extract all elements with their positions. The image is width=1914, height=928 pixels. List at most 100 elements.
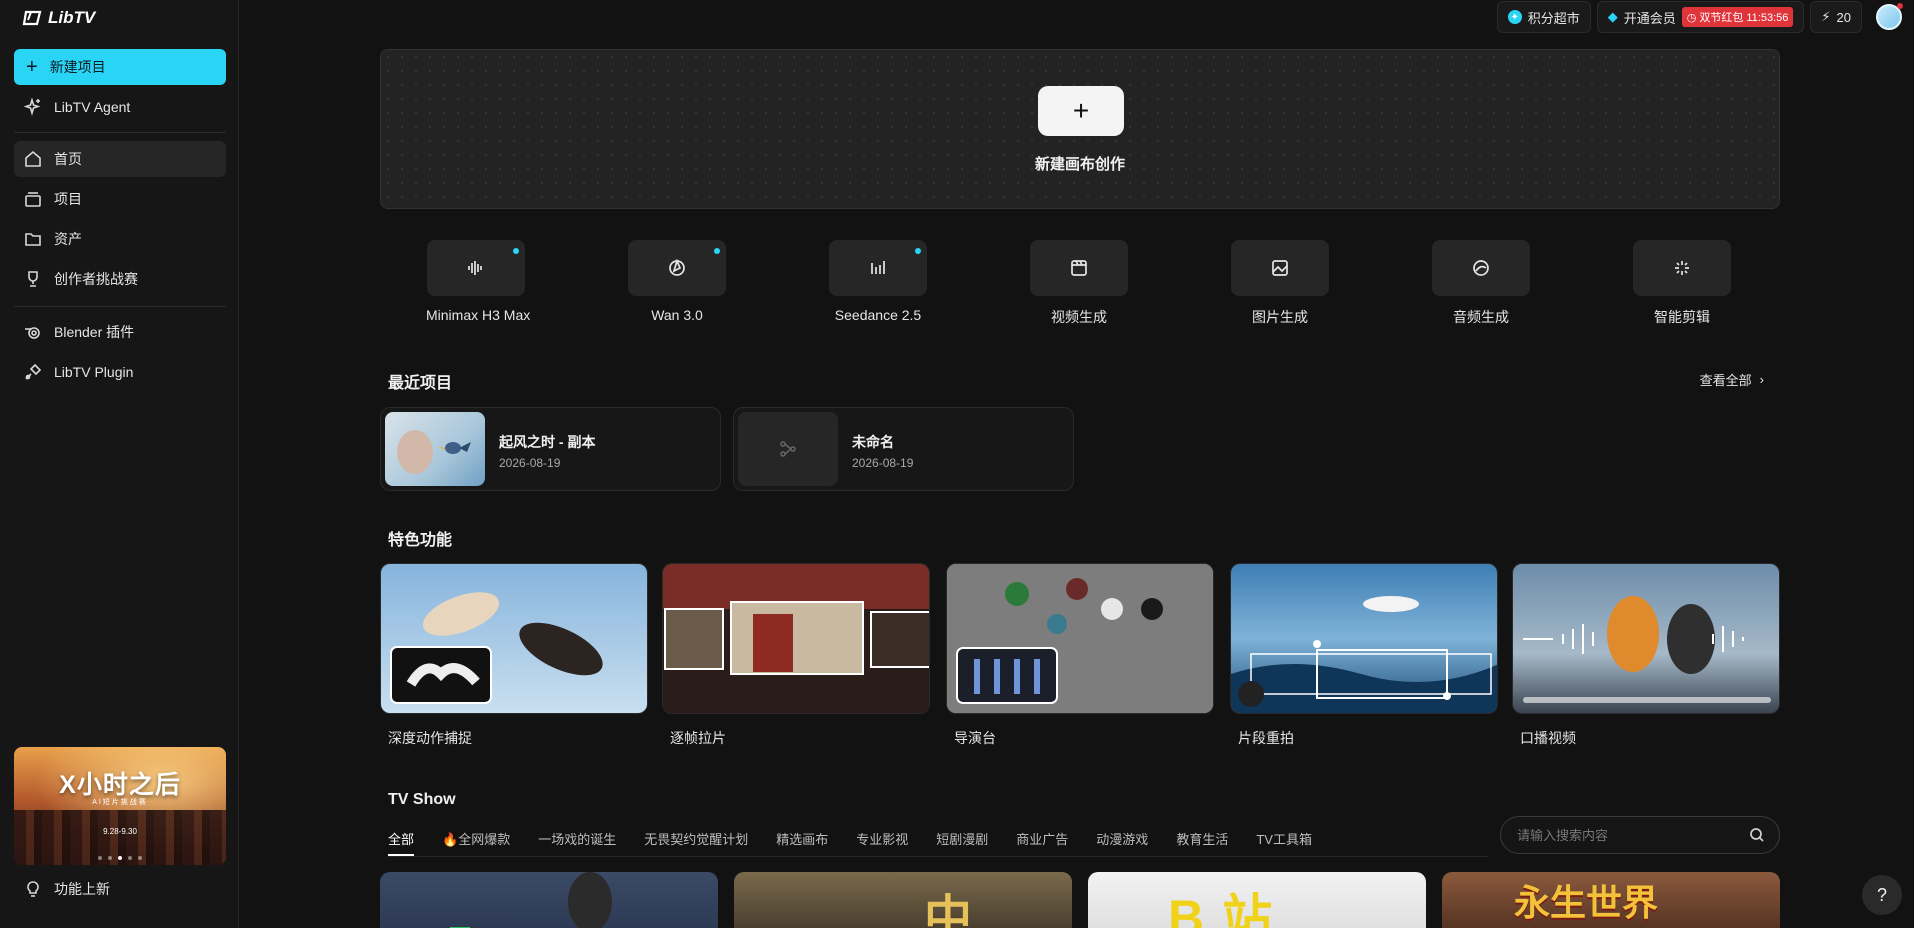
feature-card-clip-reshoot[interactable]: 片段重拍 — [1230, 563, 1498, 748]
tool-image-gen[interactable]: 图片生成 — [1230, 240, 1330, 327]
tool-icon-box — [1030, 240, 1128, 296]
sidebar-item-blender[interactable]: Blender 插件 — [14, 314, 226, 350]
tab-featured-canvas[interactable]: 精选画布 — [776, 829, 828, 856]
tab-short-drama[interactable]: 短剧漫剧 — [936, 829, 988, 856]
view-all-link[interactable]: 查看全部 › — [1700, 370, 1764, 389]
sidebar-item-assets[interactable]: 资产 — [14, 221, 226, 257]
new-project-button[interactable]: + 新建项目 — [14, 49, 226, 85]
view-all-label: 查看全部 — [1699, 373, 1752, 388]
recent-project-card[interactable]: 起风之时 - 副本 2026-08-19 — [380, 407, 721, 491]
tvshow-card[interactable]: B站 — [1088, 872, 1426, 928]
promo-subtitle: AI短片挑战赛 — [92, 799, 148, 806]
tool-video-gen[interactable]: 视频生成 — [1029, 240, 1129, 327]
tab-commercial[interactable]: 商业广告 — [1016, 829, 1068, 856]
features-title: 特色功能 — [388, 532, 453, 549]
help-button[interactable]: ? — [1862, 875, 1902, 915]
waveform-icon — [468, 261, 482, 275]
tool-label: 音频生成 — [1453, 309, 1509, 325]
feature-image — [946, 563, 1214, 714]
new-canvas-card[interactable]: + 新建画布创作 — [380, 49, 1780, 209]
promo-dot[interactable] — [108, 856, 112, 860]
tab-anime-game[interactable]: 动漫游戏 — [1096, 829, 1148, 856]
promo-dot[interactable] — [138, 856, 142, 860]
project-thumbnail — [385, 412, 485, 486]
feature-image — [380, 563, 648, 714]
tool-seedance[interactable]: Seedance 2.5 — [828, 240, 928, 323]
sidebar-divider — [14, 132, 226, 133]
sidebar-item-challenge[interactable]: 创作者挑战赛 — [14, 261, 226, 297]
promo-dot-active[interactable] — [118, 856, 122, 860]
sidebar-item-label: 项目 — [54, 191, 82, 207]
promo-pagination[interactable] — [14, 856, 226, 860]
tab-scene-birth[interactable]: 一场戏的诞生 — [538, 829, 616, 856]
blender-icon — [25, 327, 40, 339]
promo-banner[interactable]: X小时之后 AI短片挑战赛 9.28-9.30 — [14, 747, 226, 865]
tabs-divider — [388, 856, 1488, 857]
tool-label: 图片生成 — [1252, 309, 1308, 325]
membership-label: 开通会员 — [1623, 10, 1676, 26]
promo-dot[interactable] — [98, 856, 102, 860]
project-thumbnail — [738, 412, 838, 486]
home-icon — [25, 150, 41, 167]
plus-icon: + — [26, 56, 38, 78]
logo-icon — [22, 10, 42, 26]
logo-text: LibTV — [48, 8, 96, 27]
membership-button[interactable]: ◆ 开通会员 ◷ 双节红包 11:53:56 — [1596, 1, 1805, 33]
promo-title: X小时之后 — [59, 771, 181, 799]
tvshow-card[interactable]: 永生世界 — [1442, 872, 1780, 928]
sidebar-item-plugin[interactable]: LibTV Plugin — [14, 354, 226, 390]
points-mall-button[interactable]: ✦ 积分超市 — [1496, 1, 1591, 33]
new-dot — [915, 248, 921, 254]
tool-icon-box — [1633, 240, 1731, 296]
tool-label: Seedance 2.5 — [834, 307, 922, 323]
tool-minimax[interactable]: Minimax H3 Max — [426, 240, 531, 323]
tool-smart-edit[interactable]: 智能剪辑 — [1632, 240, 1732, 327]
project-name: 未命名 — [852, 434, 894, 450]
countdown-text: 双节红包 11:53:56 — [1699, 12, 1789, 24]
feature-card-talking-video[interactable]: 口播视频 — [1512, 563, 1780, 748]
feature-image — [1512, 563, 1780, 714]
topbar: ✦ 积分超市 ◆ 开通会员 ◷ 双节红包 11:53:56 ⚡ 20 — [1496, 1, 1914, 33]
search-box[interactable] — [1500, 816, 1780, 854]
credits-button[interactable]: ⚡ 20 — [1810, 1, 1862, 33]
feature-card-frame-breakdown[interactable]: 逐帧拉片 — [662, 563, 930, 748]
sidebar-item-agent[interactable]: LibTV Agent — [14, 89, 226, 125]
tool-wan[interactable]: Wan 3.0 — [627, 240, 727, 323]
search-input[interactable] — [1517, 827, 1737, 843]
sidebar-item-projects[interactable]: 项目 — [14, 181, 226, 217]
plug-icon — [25, 363, 42, 380]
tool-icon-box — [427, 240, 525, 296]
tvshow-card[interactable]: 中 — [734, 872, 1072, 928]
chevron-right-icon: › — [1759, 372, 1764, 387]
promo-dot[interactable] — [128, 856, 132, 860]
sidebar-item-home[interactable]: 首页 — [14, 141, 226, 177]
feature-card-motion-capture[interactable]: 深度动作捕捉 — [380, 563, 648, 748]
app-logo[interactable]: LibTV — [22, 8, 95, 28]
tvshow-card-title: 永生世界 — [1514, 882, 1659, 923]
tab-all[interactable]: 全部 — [388, 829, 415, 856]
tvshow-card-title: B站 — [1168, 890, 1291, 928]
search-icon[interactable] — [1749, 827, 1765, 843]
lightbulb-icon — [27, 881, 39, 897]
tab-toolbox[interactable]: TV工具箱 — [1256, 829, 1312, 856]
feature-card-director-desk[interactable]: 导演台 — [946, 563, 1214, 748]
tvshow-card-title: 中 — [924, 892, 973, 928]
whats-new-button[interactable]: 功能上新 — [14, 879, 110, 899]
feature-label: 深度动作捕捉 — [388, 730, 472, 746]
feature-image — [662, 563, 930, 714]
points-mall-label: 积分超市 — [1527, 10, 1580, 26]
avatar[interactable] — [1876, 3, 1903, 30]
tab-pro-film[interactable]: 专业影视 — [856, 829, 908, 856]
tab-education[interactable]: 教育生活 — [1176, 829, 1228, 856]
recent-project-card[interactable]: 未命名 2026-08-19 — [733, 407, 1074, 491]
trophy-icon — [28, 271, 38, 287]
tab-valorant[interactable]: 无畏契约觉醒计划 — [644, 829, 748, 856]
tool-audio-gen[interactable]: 音频生成 — [1431, 240, 1531, 327]
tab-hot[interactable]: 🔥全网爆款 — [442, 829, 510, 856]
promo-date: 9.28-9.30 — [103, 827, 137, 836]
whats-new-label: 功能上新 — [54, 881, 110, 897]
tool-label: Minimax H3 Max — [426, 307, 531, 323]
tvshow-card[interactable] — [380, 872, 718, 928]
new-project-label: 新建项目 — [49, 59, 106, 75]
tool-icon-box — [628, 240, 726, 296]
